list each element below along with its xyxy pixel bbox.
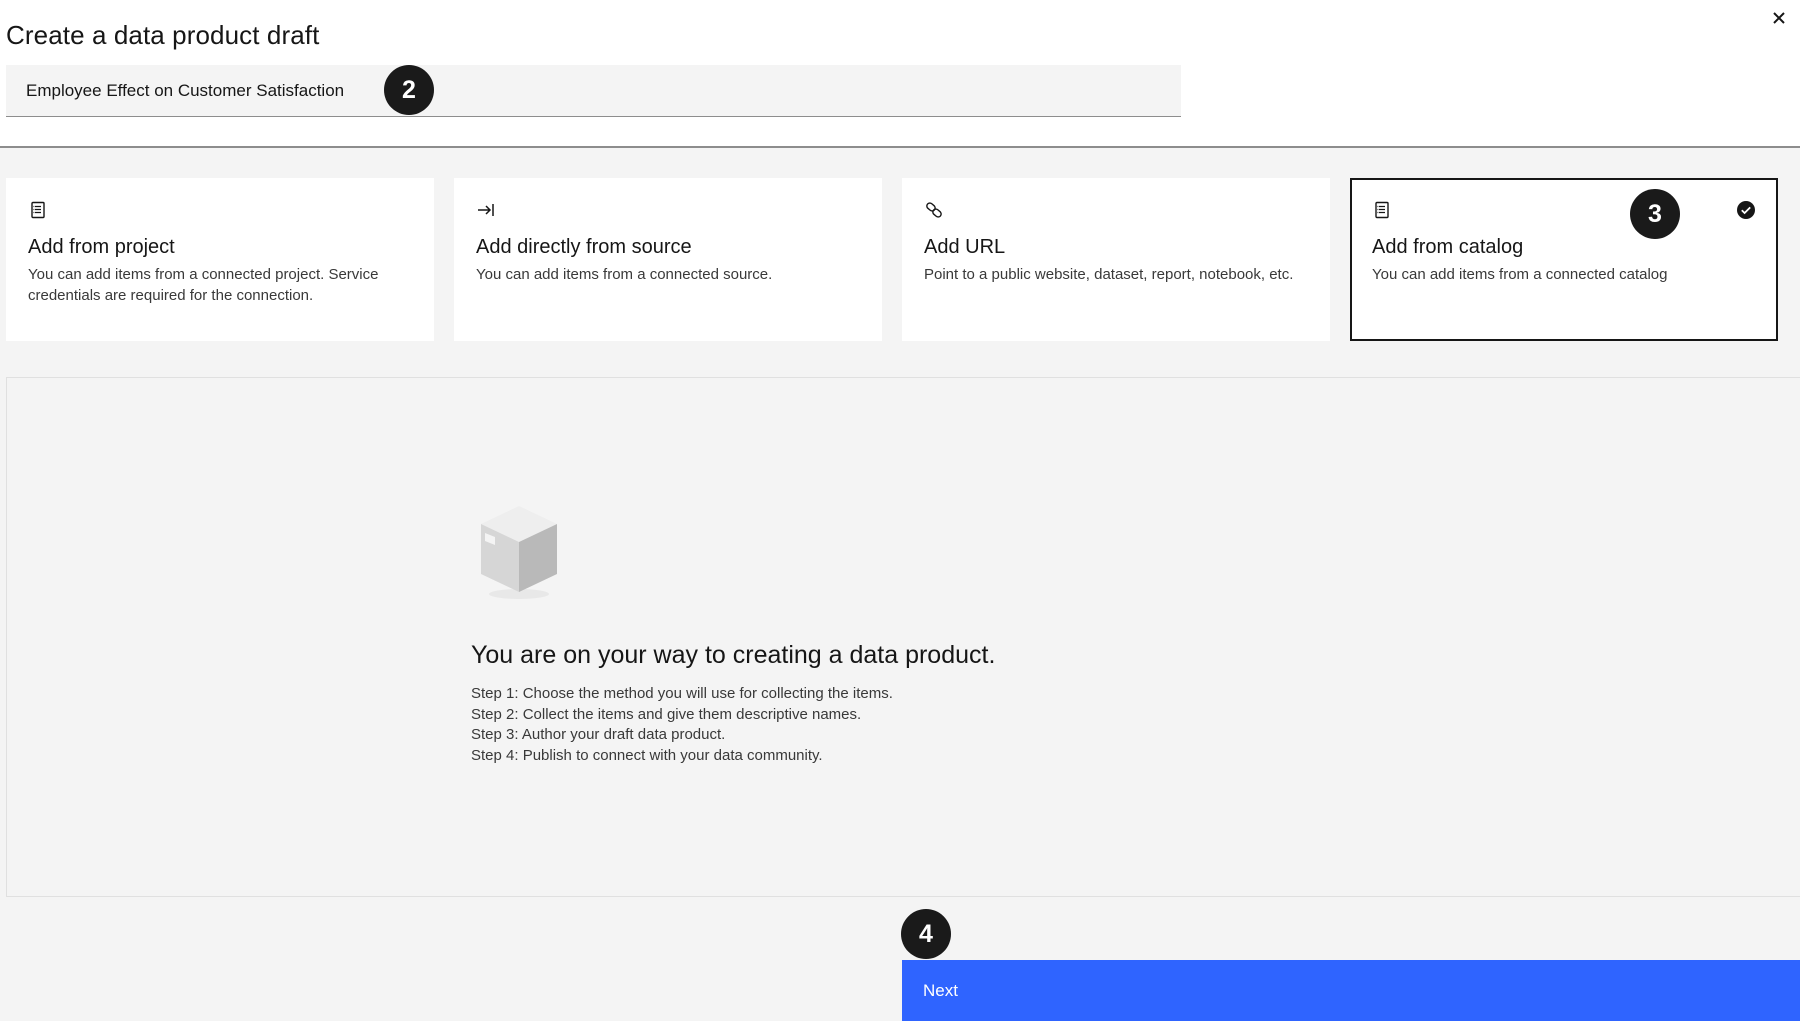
close-button[interactable] <box>1764 4 1794 34</box>
box-icon <box>475 500 563 600</box>
link-icon <box>924 200 946 222</box>
next-button[interactable]: Next <box>902 960 1800 1021</box>
tile-add-directly-from-source[interactable]: Add directly from source You can add ite… <box>454 178 882 341</box>
empty-state-title: You are on your way to creating a data p… <box>471 641 996 669</box>
tile-description: You can add items from a connected sourc… <box>476 266 773 283</box>
empty-state-steps: Step 1: Choose the method you will use f… <box>471 684 893 766</box>
callout-badge-4: 4 <box>901 909 951 959</box>
callout-badge-2: 2 <box>384 65 434 115</box>
modal-content: Add from project You can add items from … <box>0 148 1800 1021</box>
tile-add-url[interactable]: Add URL Point to a public website, datas… <box>902 178 1330 341</box>
step-text: Step 4: Publish to connect with your dat… <box>471 746 823 764</box>
step-text: Step 1: Choose the method you will use f… <box>471 685 893 702</box>
tile-description: You can add items from a connected proje… <box>28 266 379 304</box>
tile-description: You can add items from a connected catal… <box>1372 266 1668 283</box>
step-text: Step 3: Author your draft data product. <box>471 726 726 743</box>
empty-state-panel: You are on your way to creating a data p… <box>6 377 1800 897</box>
product-name-input[interactable] <box>26 80 1181 101</box>
tile-title: Add directly from source <box>476 236 692 258</box>
product-name-field[interactable] <box>6 65 1181 117</box>
modal-header: Create a data product draft 2 <box>0 0 1800 147</box>
tile-title: Add URL <box>924 236 1006 258</box>
document-list-icon <box>1372 200 1394 222</box>
tile-description: Point to a public website, dataset, repo… <box>924 266 1294 283</box>
create-data-product-modal: Create a data product draft 2 Add from p… <box>0 0 1800 1021</box>
tile-add-from-project[interactable]: Add from project You can add items from … <box>6 178 434 341</box>
document-list-icon <box>28 200 50 222</box>
callout-badge-3: 3 <box>1630 189 1680 239</box>
checkmark-filled-icon <box>1736 200 1756 220</box>
tile-add-from-catalog[interactable]: Add from catalog You can add items from … <box>1350 178 1778 341</box>
tile-title: Add from project <box>28 236 175 258</box>
arrow-to-bar-icon <box>476 200 498 222</box>
step-text: Step 2: Collect the items and give them … <box>471 705 862 723</box>
tile-title: Add from catalog <box>1372 236 1524 258</box>
close-icon <box>1771 10 1787 29</box>
modal-title: Create a data product draft <box>6 20 320 50</box>
